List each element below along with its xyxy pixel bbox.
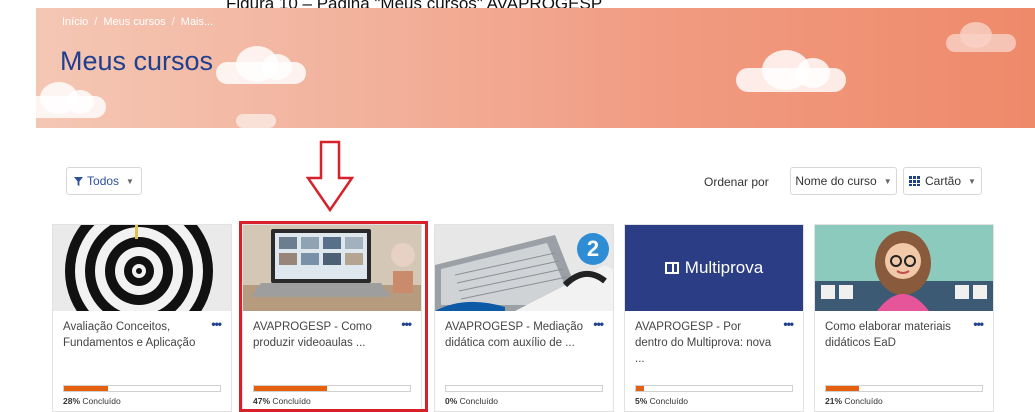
more-options-icon[interactable]: ••• [783,317,794,331]
course-number-badge: 2 [577,233,609,265]
progress-percent: 47% [253,396,271,406]
breadcrumb-separator: / [171,16,175,28]
chevron-down-icon: ▼ [883,176,892,186]
filter-dropdown[interactable]: Todos ▼ [66,167,142,195]
progress-bar [635,385,793,392]
course-card[interactable]: Avaliação Conceitos, Fundamentos e Aplic… [52,224,232,412]
course-name[interactable]: Como elaborar materiais didáticos EaD [825,319,965,351]
view-selected-value: Cartão [925,174,962,188]
cloud-decoration [946,22,1016,52]
progress-percent: 5% [635,396,648,406]
more-options-icon[interactable]: ••• [593,317,604,331]
book-icon [664,262,679,274]
view-dropdown[interactable]: Cartão ▼ [903,167,982,195]
grid-icon [909,176,922,186]
breadcrumb-separator: / [94,16,98,28]
filter-label: Todos [87,174,120,188]
course-name[interactable]: AVAPROGESP - Mediação didática com auxíl… [445,319,585,351]
course-card[interactable]: Como elaborar materiais didáticos EaD ••… [814,224,994,412]
progress-text: 47% Concluído [253,396,311,406]
progress-bar [445,385,603,392]
sort-selected-value: Nome do curso [795,174,877,188]
sort-label: Ordenar por [704,175,769,189]
cloud-decoration [236,114,276,128]
multiprova-logo: Multiprova [664,258,764,278]
target-image [53,225,231,311]
progress-percent: 0% [445,396,458,406]
progress-bar [825,385,983,392]
course-name[interactable]: Avaliação Conceitos, Fundamentos e Aplic… [63,319,203,351]
progress-label: Concluído [82,396,121,406]
cloud-decoration [36,82,106,118]
course-thumbnail[interactable]: Multiprova [625,225,803,311]
page-title: Meus cursos [60,46,214,76]
cloud-decoration [216,46,306,84]
more-options-icon[interactable]: ••• [211,317,222,331]
progress-label: Concluído [844,396,883,406]
filter-icon [74,176,84,186]
more-options-icon[interactable]: ••• [401,317,412,331]
progress-fill [636,386,644,391]
course-thumbnail[interactable] [815,225,993,311]
breadcrumb-item-home[interactable]: Início [62,16,88,28]
progress-fill [826,386,859,391]
progress-text: 0% Concluído [445,396,498,406]
progress-fill [254,386,328,391]
course-card[interactable]: AVAPROGESP - Como produzir videoaulas ..… [242,224,422,412]
progress-fill [64,386,108,391]
breadcrumb-item-my-courses[interactable]: Meus cursos [103,16,165,28]
progress-bar [63,385,221,392]
cloud-decoration [736,50,846,92]
laptop-desk-image [243,225,421,311]
breadcrumb-item-more[interactable]: Mais... [181,16,213,28]
breadcrumb: Início / Meus cursos / Mais... [62,16,213,28]
chevron-down-icon: ▼ [126,176,134,186]
more-options-icon[interactable]: ••• [973,317,984,331]
sort-dropdown[interactable]: Nome do curso ▼ [790,167,897,195]
logo-text: Multiprova [684,258,764,277]
page-header-banner: Início / Meus cursos / Mais... Meus curs… [36,8,1035,128]
course-card[interactable]: 2 AVAPROGESP - Mediação didática com aux… [434,224,614,412]
course-name[interactable]: AVAPROGESP - Como produzir videoaulas ..… [253,319,393,351]
progress-bar [253,385,411,392]
course-thumbnail[interactable] [243,225,421,311]
down-arrow-annotation-icon [306,140,354,212]
progress-text: 28% Concluído [63,396,121,406]
course-thumbnail[interactable] [53,225,231,311]
course-card[interactable]: Multiprova AVAPROGESP - Por dentro do Mu… [624,224,804,412]
course-thumbnail[interactable]: 2 [435,225,613,311]
progress-label: Concluído [649,396,688,406]
girl-illustration [815,225,993,311]
course-name[interactable]: AVAPROGESP - Por dentro do Multiprova: n… [635,319,775,367]
progress-percent: 28% [63,396,81,406]
progress-text: 21% Concluído [825,396,883,406]
progress-percent: 21% [825,396,843,406]
chevron-down-icon: ▼ [968,176,976,186]
progress-label: Concluído [272,396,311,406]
progress-label: Concluído [459,396,498,406]
progress-text: 5% Concluído [635,396,688,406]
